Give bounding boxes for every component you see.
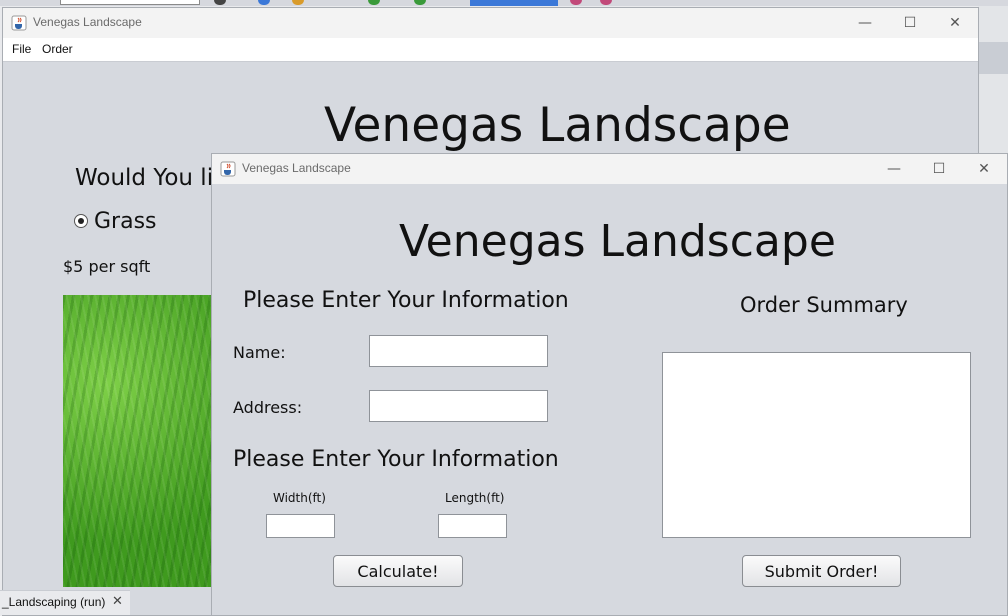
toolbar-icon[interactable] [600, 0, 612, 5]
front-window-heading: Venegas Landscape [399, 216, 836, 267]
toolbar-icon[interactable] [258, 0, 270, 5]
toolbar-icon[interactable] [214, 0, 226, 5]
grass-radio[interactable] [74, 214, 88, 228]
front-window-title: Venegas Landscape [242, 161, 351, 175]
toolbar-icon[interactable] [570, 0, 582, 5]
grass-image [63, 295, 213, 587]
java-cup-icon [11, 15, 27, 31]
close-icon[interactable]: ✕ [961, 154, 1007, 184]
front-window-titlebar: Venegas Landscape — ☐ ✕ [212, 154, 1007, 184]
length-input[interactable] [438, 514, 507, 538]
name-label: Name: [233, 343, 286, 362]
front-window: Venegas Landscape — ☐ ✕ Venegas Landscap… [211, 153, 1008, 616]
close-icon[interactable]: ✕ [932, 8, 978, 38]
width-input[interactable] [266, 514, 335, 538]
run-output-tab-label: _Landscaping (run) [2, 595, 106, 609]
run-output-tab[interactable]: _Landscaping (run) ✕ [0, 590, 130, 615]
submit-order-button[interactable]: Submit Order! [742, 555, 901, 587]
close-icon[interactable]: ✕ [112, 594, 123, 609]
toolbar-icon[interactable] [414, 0, 426, 5]
calculate-button[interactable]: Calculate! [333, 555, 463, 587]
back-window-title: Venegas Landscape [33, 15, 142, 29]
grass-price: $5 per sqft [63, 257, 151, 276]
info-heading: Please Enter Your Information [243, 288, 569, 313]
back-window-menubar: File Order [3, 38, 978, 62]
minimize-icon[interactable]: — [842, 8, 888, 38]
name-input[interactable] [369, 335, 548, 367]
address-input[interactable] [369, 390, 548, 422]
back-window-heading: Venegas Landscape [324, 98, 791, 153]
grass-radio-label: Grass [94, 209, 157, 234]
order-summary-textarea[interactable] [662, 352, 971, 538]
length-label: Length(ft) [445, 491, 505, 505]
toolbar-active-item[interactable] [470, 0, 558, 6]
java-cup-icon [220, 161, 236, 177]
service-question: Would You li [75, 165, 214, 191]
address-label: Address: [233, 398, 303, 417]
order-summary-heading: Order Summary [740, 293, 908, 317]
ide-panel-header [978, 42, 1008, 74]
dimensions-heading: Please Enter Your Information [233, 447, 559, 472]
menu-file[interactable]: File [12, 42, 31, 56]
width-label: Width(ft) [273, 491, 326, 505]
maximize-icon[interactable]: ☐ [887, 8, 933, 38]
toolbar-icon[interactable] [368, 0, 380, 5]
menu-order[interactable]: Order [42, 42, 73, 56]
toolbar-icon[interactable] [292, 0, 304, 5]
back-window-titlebar: Venegas Landscape — ☐ ✕ [3, 8, 978, 38]
toolbar-search-box[interactable] [60, 0, 200, 5]
os-top-toolbar [0, 0, 1008, 6]
minimize-icon[interactable]: — [871, 154, 917, 184]
maximize-icon[interactable]: ☐ [916, 154, 962, 184]
